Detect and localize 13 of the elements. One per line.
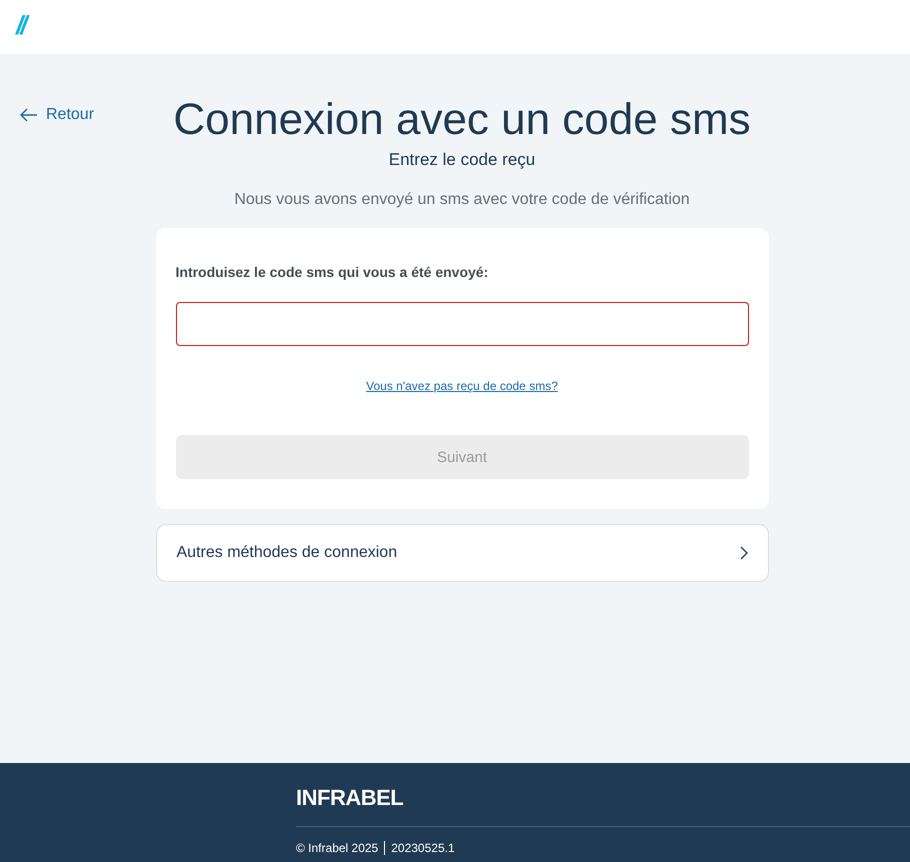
other-methods-button[interactable]: Autres méthodes de connexion — [156, 524, 768, 582]
footer-logo: INFRABEL — [296, 784, 404, 811]
field-label: Introduisez le code sms qui vous a été envoyé: — [176, 264, 490, 280]
page-subtitle: Entrez le code reçu — [388, 150, 536, 170]
arrow-left-icon — [20, 108, 38, 122]
copyright-text: © Infrabel 2025 — [296, 841, 378, 855]
resend-code-link[interactable]: Vous n'avez pas reçu de code sms? — [366, 379, 558, 393]
version-text: 20230525.1 — [391, 841, 455, 855]
back-link[interactable]: Retour — [20, 106, 94, 124]
sms-code-field[interactable] — [176, 302, 748, 346]
page-title: Connexion avec un code sms — [173, 94, 751, 146]
chevron-right-icon — [740, 546, 748, 560]
description-text: Nous vous avons envoyé un sms avec votre code de vérification — [234, 191, 690, 209]
